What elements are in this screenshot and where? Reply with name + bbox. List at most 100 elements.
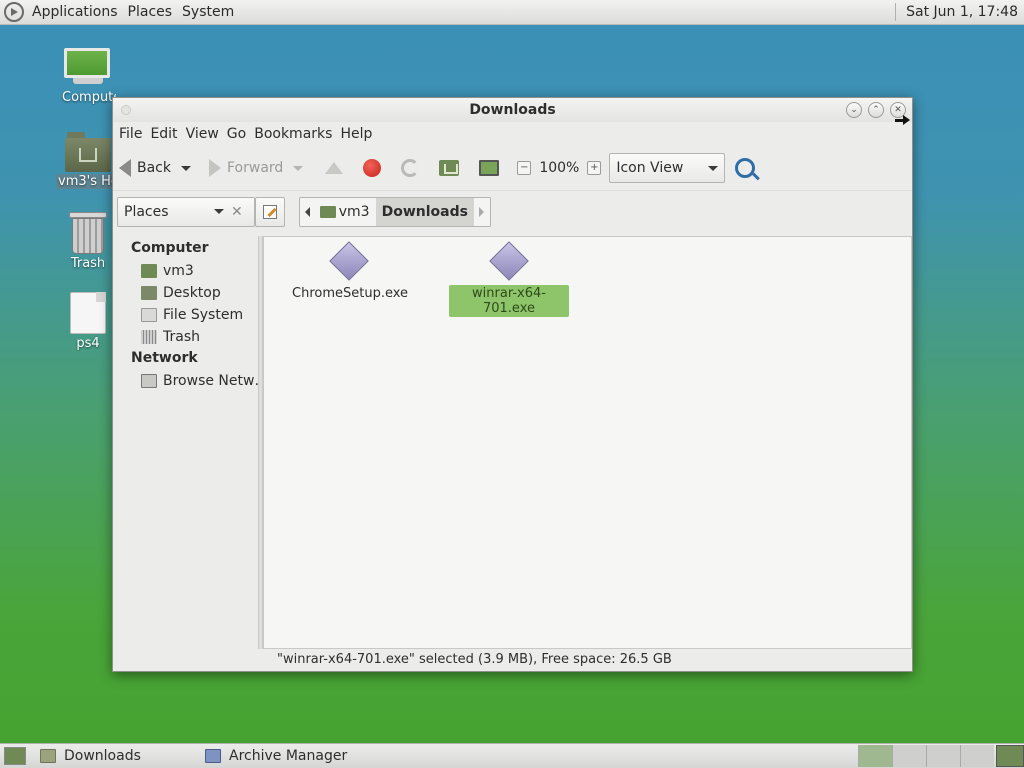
menu-view[interactable]: View bbox=[182, 126, 223, 142]
close-sidebar-icon[interactable]: ✕ bbox=[231, 204, 243, 220]
menu-edit[interactable]: Edit bbox=[146, 126, 181, 142]
home-folder-icon bbox=[141, 264, 157, 278]
forward-button[interactable]: Forward bbox=[209, 159, 304, 177]
status-text: "winrar-x64-701.exe" selected (3.9 MB), … bbox=[277, 651, 672, 667]
computer-icon bbox=[479, 160, 500, 176]
minimize-button[interactable]: ⌄ bbox=[846, 102, 862, 118]
folder-icon bbox=[40, 749, 56, 763]
path-scroll-left-button[interactable] bbox=[300, 198, 316, 226]
home-icon bbox=[439, 160, 460, 176]
executable-icon bbox=[329, 241, 369, 281]
sidebar-mode-label: Places bbox=[124, 203, 169, 220]
reload-icon bbox=[401, 159, 420, 177]
forward-label: Forward bbox=[227, 160, 284, 176]
status-bar: "winrar-x64-701.exe" selected (3.9 MB), … bbox=[263, 647, 912, 671]
breadcrumb-label: vm3 bbox=[338, 203, 370, 220]
stop-button[interactable] bbox=[363, 159, 382, 177]
workspace-1[interactable] bbox=[858, 745, 892, 767]
menu-go[interactable]: Go bbox=[223, 126, 250, 142]
applications-menu[interactable]: Applications bbox=[27, 4, 123, 20]
breadcrumb-label: Downloads bbox=[381, 203, 468, 220]
back-history-dropdown-icon[interactable] bbox=[181, 165, 191, 171]
location-bar: Places ✕ vm3 Downloads bbox=[113, 190, 912, 232]
top-panel-menus: Applications Places System bbox=[0, 0, 239, 24]
sidebar-item-label: vm3 bbox=[163, 263, 194, 279]
back-arrow-icon bbox=[119, 159, 131, 177]
sidebar-item-label: Desktop bbox=[163, 285, 221, 301]
sidebar-item-vm3[interactable]: vm3 bbox=[113, 260, 258, 282]
toggle-location-entry-button[interactable] bbox=[254, 196, 285, 227]
window-titlebar[interactable]: Downloads ⌄ ⌃ ✕ bbox=[113, 98, 912, 122]
workspace-3[interactable] bbox=[926, 745, 960, 767]
home-icon bbox=[319, 205, 336, 218]
file-name: ChromeSetup.exe bbox=[292, 286, 409, 301]
window-menu-icon[interactable] bbox=[121, 105, 131, 115]
menu-bookmarks[interactable]: Bookmarks bbox=[250, 126, 336, 142]
sidebar-item-label: File System bbox=[163, 307, 244, 323]
file-item-chromesetup[interactable]: ChromeSetup.exe bbox=[289, 239, 409, 302]
main-content: Computer vm3 Desktop File System Trash N… bbox=[113, 236, 912, 649]
drive-icon bbox=[141, 308, 157, 322]
menu-file[interactable]: File bbox=[115, 126, 146, 142]
search-icon[interactable] bbox=[735, 158, 756, 178]
trash-icon bbox=[69, 212, 107, 254]
desktop-icon-label: Trash bbox=[70, 256, 106, 271]
chevron-down-icon bbox=[214, 209, 224, 214]
workspace-2[interactable] bbox=[892, 745, 926, 767]
computer-icon bbox=[64, 48, 112, 88]
desktop-icon-label: vm3's Home bbox=[56, 174, 120, 189]
home-button[interactable] bbox=[439, 160, 460, 176]
window-title: Downloads bbox=[469, 102, 556, 118]
task-label: Archive Manager bbox=[229, 748, 348, 764]
trash-applet-icon[interactable] bbox=[996, 745, 1024, 767]
breadcrumb-item-vm3[interactable]: vm3 bbox=[316, 198, 376, 226]
sidebar-header-network: Network bbox=[131, 350, 198, 366]
places-menu[interactable]: Places bbox=[123, 4, 178, 20]
menubar: File Edit View Go Bookmarks Help bbox=[113, 122, 912, 146]
taskbar-item-downloads[interactable]: Downloads bbox=[34, 745, 199, 767]
top-panel: Applications Places System Sat Jun 1, 17… bbox=[0, 0, 1024, 25]
distro-logo-icon[interactable] bbox=[4, 2, 24, 22]
workspace-4[interactable] bbox=[960, 745, 994, 767]
task-label: Downloads bbox=[64, 748, 141, 764]
archive-manager-icon bbox=[205, 749, 221, 763]
up-button[interactable] bbox=[325, 162, 344, 174]
forward-history-dropdown-icon[interactable] bbox=[293, 165, 304, 171]
sidebar-item-trash[interactable]: Trash bbox=[113, 326, 258, 348]
file-item-winrar[interactable]: winrar-x64-701.exe bbox=[449, 239, 569, 317]
system-menu[interactable]: System bbox=[177, 4, 239, 20]
menu-help[interactable]: Help bbox=[336, 126, 376, 142]
reload-button[interactable] bbox=[401, 159, 420, 177]
sidebar-item-desktop[interactable]: Desktop bbox=[113, 282, 258, 304]
zoom-level[interactable]: 100% bbox=[539, 160, 579, 176]
zoom-in-button[interactable]: + bbox=[587, 161, 602, 175]
breadcrumb: vm3 Downloads bbox=[298, 196, 491, 227]
chevron-right-icon bbox=[479, 206, 485, 217]
edit-icon bbox=[262, 204, 277, 219]
file-view[interactable]: ChromeSetup.exe winrar-x64-701.exe bbox=[263, 236, 912, 649]
zoom-out-button[interactable]: − bbox=[517, 161, 532, 175]
path-scroll-right-button[interactable] bbox=[474, 198, 490, 226]
taskbar-item-archive-manager[interactable]: Archive Manager bbox=[199, 745, 364, 767]
desktop-folder-icon bbox=[141, 286, 157, 300]
clock[interactable]: Sat Jun 1, 17:48 bbox=[906, 4, 1024, 20]
show-desktop-button[interactable] bbox=[4, 747, 26, 765]
network-icon bbox=[141, 374, 157, 388]
trash-icon bbox=[141, 330, 157, 344]
toolbar: Back Forward − 100% + Icon View bbox=[113, 146, 912, 190]
maximize-button[interactable]: ⌃ bbox=[868, 102, 884, 118]
sidebar-item-label: Trash bbox=[163, 329, 200, 345]
breadcrumb-item-downloads[interactable]: Downloads bbox=[375, 197, 474, 226]
desktop-icon-label: Computer bbox=[62, 90, 116, 105]
back-button[interactable]: Back bbox=[119, 159, 191, 177]
view-mode-select[interactable]: Icon View bbox=[609, 153, 726, 183]
chevron-down-icon bbox=[708, 165, 719, 171]
back-label: Back bbox=[137, 160, 171, 176]
zoom-controls: − 100% + bbox=[517, 160, 602, 176]
sidebar-item-browse-network[interactable]: Browse Netw… bbox=[113, 370, 258, 392]
panel-separator bbox=[895, 3, 897, 21]
computer-button[interactable] bbox=[479, 160, 500, 176]
executable-icon bbox=[489, 241, 529, 281]
sidebar-item-file-system[interactable]: File System bbox=[113, 304, 258, 326]
file-name: winrar-x64-701.exe bbox=[449, 285, 569, 317]
